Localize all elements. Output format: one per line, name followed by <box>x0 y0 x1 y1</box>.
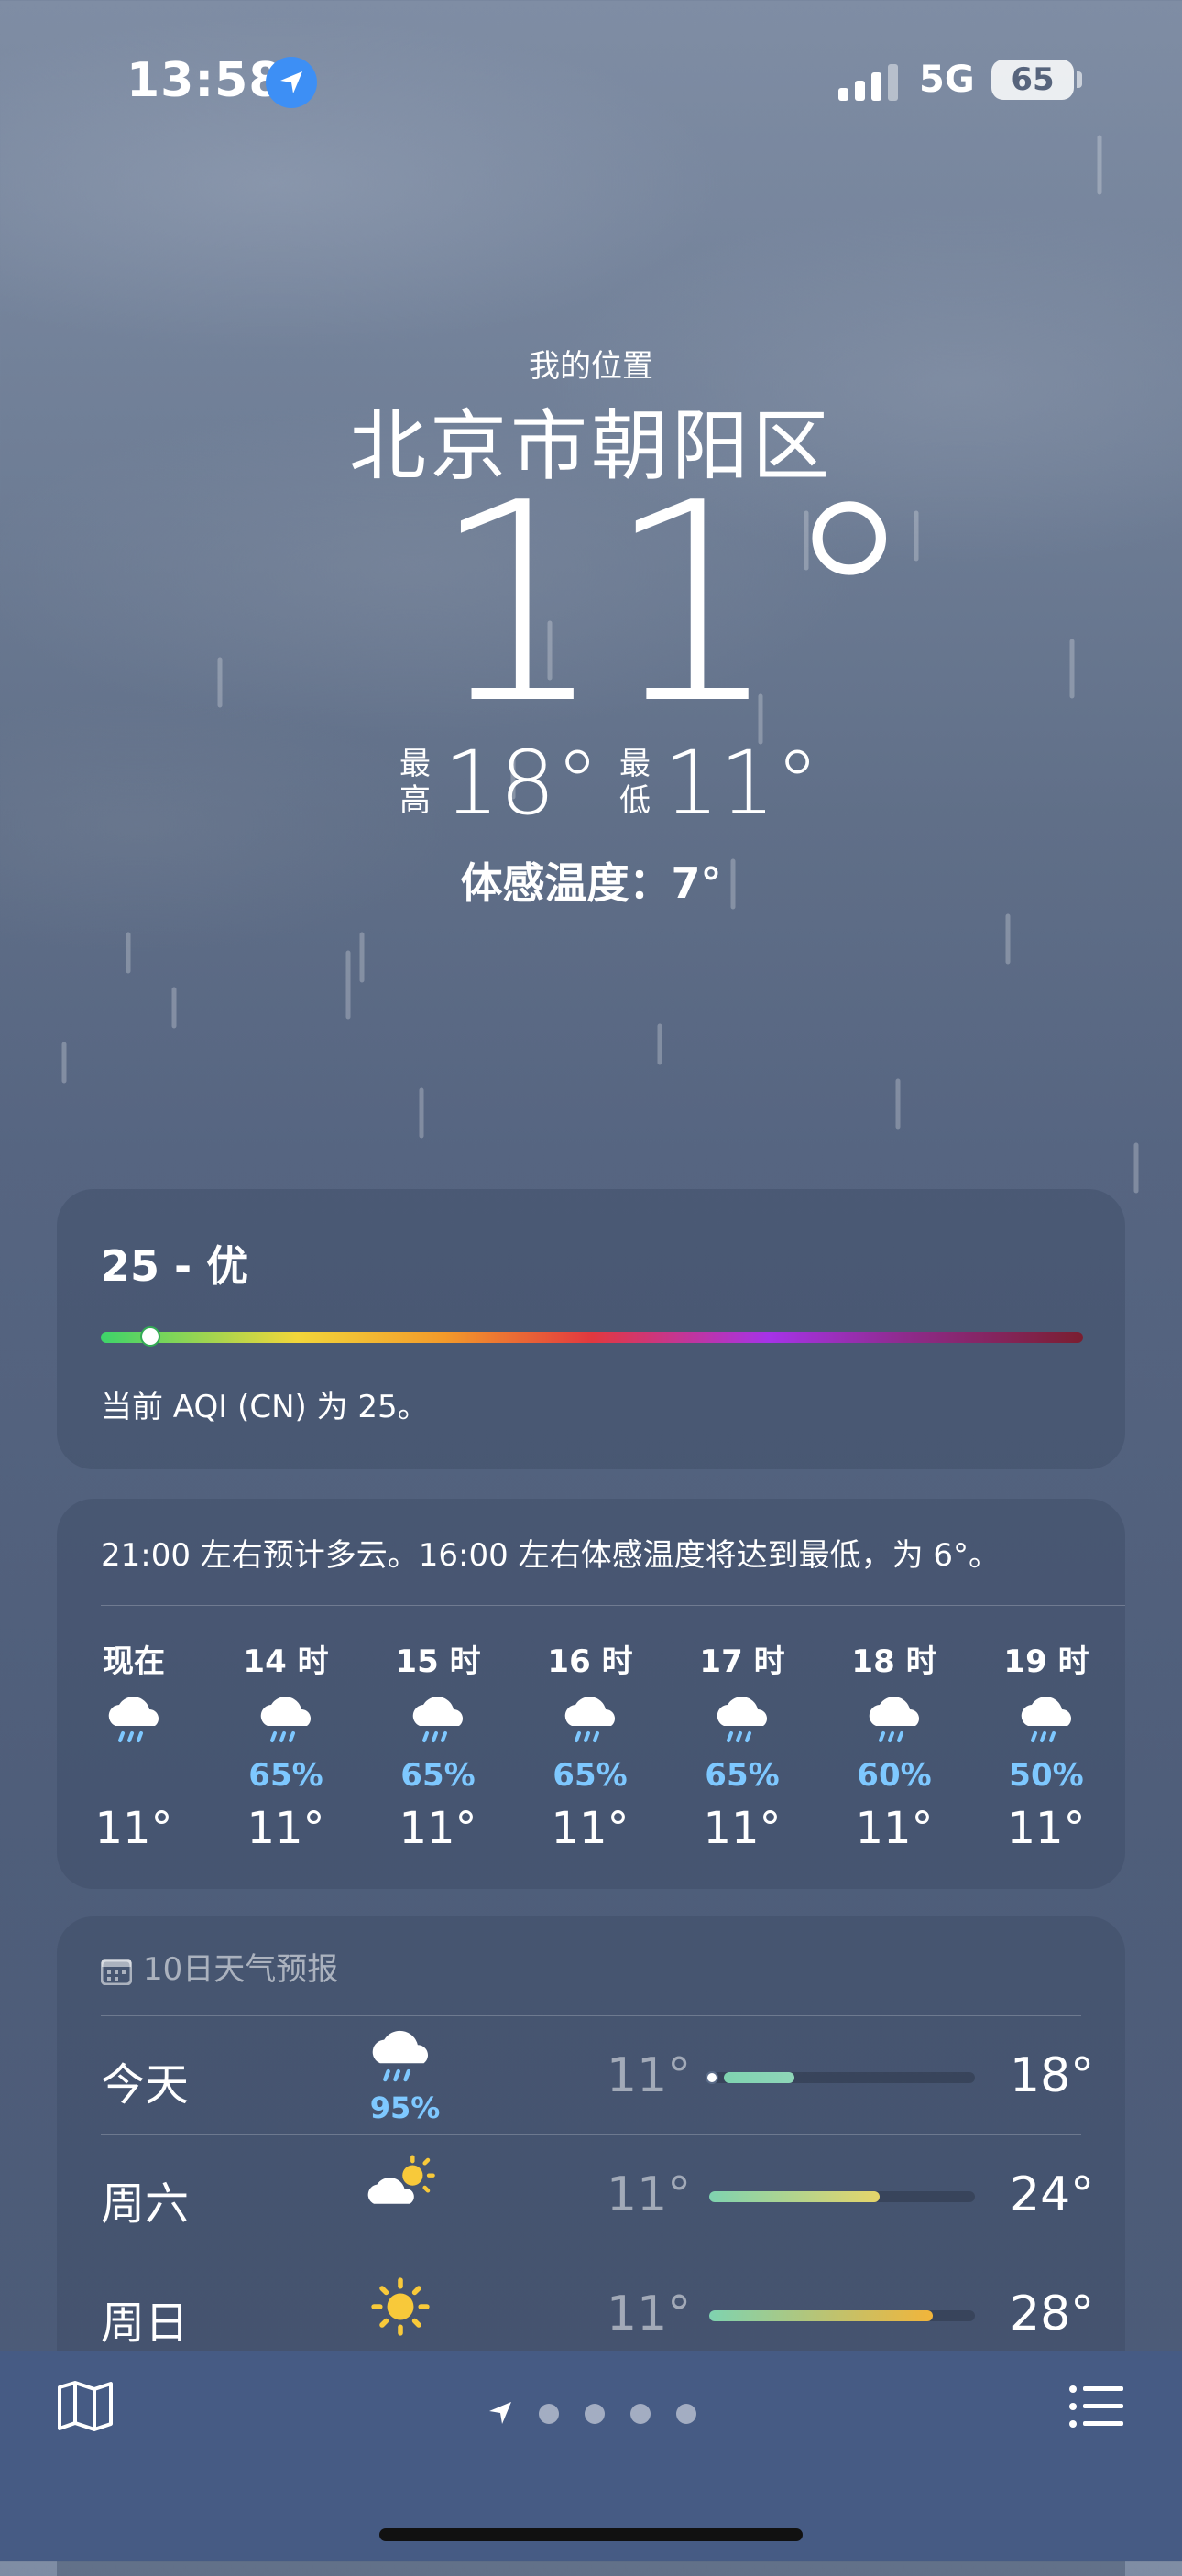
hour-label: 17 时 <box>699 1643 785 1680</box>
forecast-day-label: 周日 <box>101 2298 190 2349</box>
precipitation-chance <box>70 1757 198 1794</box>
hour-column: 14 时 65% 11° <box>222 1636 350 1854</box>
aqi-indicator <box>139 1326 160 1347</box>
divider <box>101 1605 1125 1606</box>
page-dot[interactable] <box>539 2404 559 2424</box>
calendar-icon <box>101 1959 132 1985</box>
status-bar: 13:58 5G 65 <box>0 0 1182 156</box>
my-location-label: 我的位置 <box>529 348 653 385</box>
status-time: 13:58 <box>126 53 283 108</box>
hour-label: 14 时 <box>243 1643 329 1680</box>
hour-label: 现在 <box>103 1643 165 1680</box>
temperature-range-bar <box>709 2310 975 2321</box>
forecast-day-label: 今天 <box>101 2059 190 2111</box>
forecast-low: 11° <box>607 2048 692 2103</box>
forecast-day-row[interactable]: 今天 95% 11° 18° <box>57 2015 1125 2134</box>
map-icon[interactable] <box>57 2380 114 2431</box>
temperature-range-fill <box>709 2310 933 2321</box>
forecast-high: 24° <box>1010 2167 1095 2222</box>
precipitation-chance: 95% <box>369 2090 441 2125</box>
precipitation-chance: 50% <box>1009 1757 1084 1794</box>
hour-column: 16 时 65% 11° <box>526 1636 654 1854</box>
rain-cloud-icon <box>982 1691 1111 1757</box>
rain-cloud-icon <box>678 1691 806 1757</box>
hour-column: 17 时 65% 11° <box>678 1636 806 1854</box>
page-dot[interactable] <box>676 2404 696 2424</box>
precipitation-chance: 65% <box>248 1757 323 1794</box>
divider <box>101 2134 1081 2135</box>
aqi-value: 25 - 优 <box>101 1241 249 1291</box>
home-indicator <box>379 2528 803 2541</box>
precipitation-chance: 65% <box>705 1757 780 1794</box>
divider <box>101 2015 1081 2016</box>
battery-tip <box>1077 71 1082 88</box>
partly-sunny-icon <box>359 2151 451 2233</box>
rain-cloud-icon <box>374 1691 502 1757</box>
location-arrow-icon <box>266 57 317 108</box>
temperature-range-fill <box>724 2072 794 2083</box>
rain-cloud-icon <box>222 1691 350 1757</box>
network-type: 5G <box>919 59 975 101</box>
high-low: 最高 18° 最低 11° <box>0 733 1182 834</box>
precipitation-chance: 60% <box>857 1757 932 1794</box>
forecast-day-row[interactable]: 周六 11° 24° <box>57 2134 1125 2254</box>
aqi-scale-bar <box>101 1332 1083 1343</box>
page-dot[interactable] <box>585 2404 605 2424</box>
precipitation-chance: 65% <box>400 1757 476 1794</box>
hour-column: 15 时 65% 11° <box>374 1636 502 1854</box>
aqi-card[interactable]: 25 - 优 当前 AQI (CN) 为 25。 <box>57 1189 1125 1469</box>
rain-cloud-icon <box>830 1691 958 1757</box>
location-arrow-icon[interactable] <box>486 2398 515 2428</box>
battery-icon: 65 <box>991 60 1074 100</box>
temperature-range-fill <box>709 2191 880 2202</box>
hour-label: 19 时 <box>1003 1643 1089 1680</box>
forecast-low: 11° <box>607 2167 692 2222</box>
hourly-forecast-card[interactable]: 21:00 左右预计多云。16:00 左右体感温度将达到最低，为 6°。 现在 1… <box>57 1499 1125 1889</box>
bottom-toolbar <box>0 2351 1182 2561</box>
forecast-high: 28° <box>1010 2287 1095 2341</box>
hour-temperature: 11° <box>399 1803 477 1854</box>
hour-label: 18 时 <box>851 1643 937 1680</box>
page-dot[interactable] <box>630 2404 651 2424</box>
current-temp-dot <box>706 2071 718 2084</box>
hour-temperature: 11° <box>1007 1803 1086 1854</box>
temperature-range-bar <box>706 2071 975 2084</box>
ten-day-header: 10日天气预报 <box>101 1944 338 1989</box>
aqi-description: 当前 AQI (CN) 为 25。 <box>101 1389 429 1425</box>
hour-column: 现在 11° <box>70 1636 198 1854</box>
rain-cloud-icon <box>70 1691 198 1757</box>
hour-temperature: 11° <box>551 1803 629 1854</box>
rain-cloud-icon <box>526 1691 654 1757</box>
forecast-low: 11° <box>607 2287 692 2341</box>
hourly-summary: 21:00 左右预计多云。16:00 左右体感温度将达到最低，为 6°。 <box>101 1537 1001 1574</box>
hour-column: 18 时 60% 11° <box>830 1636 958 1854</box>
ten-day-title: 10日天气预报 <box>143 1951 339 1988</box>
hour-label: 16 时 <box>547 1643 633 1680</box>
temperature-range-bar <box>709 2191 975 2202</box>
hour-temperature: 11° <box>855 1803 934 1854</box>
hour-column: 19 时 50% 11° <box>982 1636 1111 1854</box>
signal-icon <box>838 64 898 101</box>
sun-icon <box>359 2270 451 2352</box>
high-temp: 18° <box>443 732 600 835</box>
feels-like: 体感温度：7° <box>460 858 722 908</box>
hour-label: 15 时 <box>395 1643 481 1680</box>
list-icon[interactable] <box>1068 2384 1125 2429</box>
page-indicator[interactable] <box>486 2391 715 2437</box>
forecast-day-label: 周六 <box>101 2178 190 2230</box>
high-label: 最高 <box>399 746 431 819</box>
low-temp: 11° <box>663 732 820 835</box>
hour-temperature: 11° <box>703 1803 782 1854</box>
hour-temperature: 11° <box>246 1803 325 1854</box>
hour-temperature: 11° <box>94 1803 173 1854</box>
current-temperature: 11° <box>431 444 918 764</box>
forecast-high: 18° <box>1010 2048 1095 2103</box>
precipitation-chance: 65% <box>553 1757 628 1794</box>
low-label: 最低 <box>619 746 651 819</box>
